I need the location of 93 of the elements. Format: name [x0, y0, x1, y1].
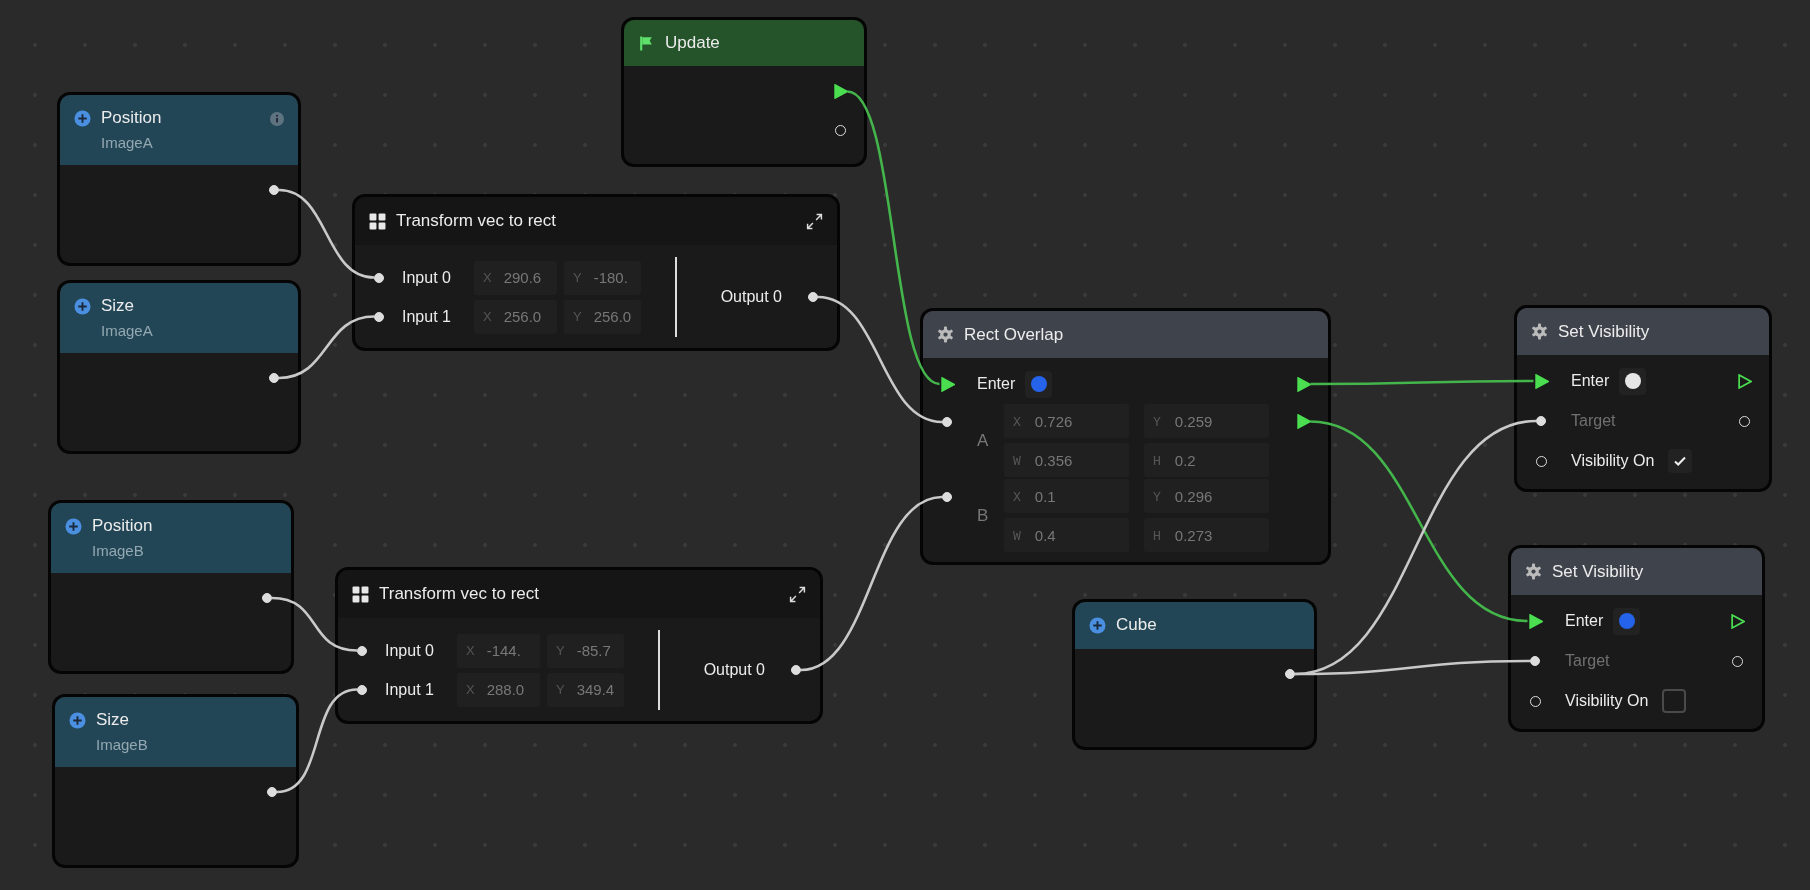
node-title: Position	[92, 516, 154, 536]
data-port[interactable]	[942, 417, 952, 427]
node-title: Rect Overlap	[964, 324, 1065, 345]
port-label: Input 1	[385, 680, 435, 699]
port-label: Target	[1571, 412, 1616, 430]
port-label: Input 0	[402, 268, 452, 287]
data-port[interactable]	[267, 787, 277, 797]
grid-icon	[369, 212, 386, 230]
plus-circle-icon	[65, 518, 82, 535]
node-card[interactable]: Cube	[1072, 599, 1317, 750]
field-value: 0.259	[1174, 412, 1213, 430]
node-card[interactable]: Position ImageB	[48, 500, 294, 674]
node-title: Size	[101, 296, 136, 316]
field-value: -85.7	[576, 642, 611, 659]
data-port[interactable]	[269, 185, 279, 195]
node-subtitle: ImageB	[92, 542, 145, 559]
data-port[interactable]	[262, 593, 272, 603]
port-label: Output 0	[720, 288, 782, 306]
node-subtitle: ImageB	[96, 736, 149, 753]
color-swatch[interactable]	[1613, 607, 1641, 635]
plus-circle-icon	[69, 712, 86, 729]
node-card[interactable]: Size ImageA	[57, 280, 301, 454]
data-port[interactable]	[808, 292, 818, 302]
flag-icon	[638, 34, 655, 52]
port-label: Target	[1565, 652, 1610, 670]
exec-port[interactable]	[1729, 613, 1745, 629]
exec-port[interactable]	[1527, 613, 1543, 629]
port-label: Visibility On	[1571, 452, 1655, 470]
exec-port[interactable]	[1295, 376, 1311, 392]
exec-port[interactable]	[1533, 373, 1549, 389]
info-icon[interactable]	[270, 112, 284, 126]
port-label: Visibility On	[1565, 692, 1649, 710]
port-label: Enter	[977, 375, 1016, 393]
data-port[interactable]	[791, 665, 801, 675]
data-port[interactable]	[374, 311, 384, 322]
node-title: Transform vec to rect	[379, 584, 540, 604]
field-value: 349.4	[576, 681, 615, 698]
field-value: 256.0	[593, 308, 632, 325]
field-value: -180.	[593, 269, 628, 286]
data-port[interactable]	[269, 373, 279, 383]
gear-icon	[937, 326, 954, 343]
field-value: 0.4	[1034, 526, 1056, 544]
node-subtitle: ImageA	[101, 322, 154, 339]
node-title: Set Visibility	[1552, 561, 1645, 582]
field-value: 290.6	[503, 269, 542, 286]
field-value: 0.296	[1174, 487, 1213, 505]
node-title: Set Visibility	[1558, 321, 1651, 342]
checkmark-icon	[1673, 454, 1688, 468]
expand-icon[interactable]	[806, 212, 823, 230]
data-port[interactable]	[374, 272, 384, 283]
gear-icon	[1525, 563, 1542, 580]
port-label: Enter	[1571, 372, 1610, 390]
expand-icon[interactable]	[789, 585, 806, 603]
grid-icon	[352, 585, 369, 603]
field-value: 0.726	[1034, 412, 1073, 430]
exec-port[interactable]	[939, 376, 955, 392]
port-label: Input 0	[385, 641, 435, 660]
data-port[interactable]	[1285, 669, 1295, 679]
exec-port[interactable]	[832, 84, 848, 99]
field-value: 0.2	[1174, 451, 1196, 469]
field-value: 256.0	[503, 308, 542, 325]
port-label: Output 0	[703, 661, 765, 679]
node-title: Size	[96, 710, 131, 730]
checkbox[interactable]	[1668, 449, 1693, 473]
port-label: Enter	[1565, 612, 1604, 630]
color-swatch[interactable]	[1025, 370, 1053, 398]
exec-port[interactable]	[1295, 414, 1311, 429]
field-value: -144.	[486, 642, 521, 659]
exec-port[interactable]	[1736, 373, 1752, 389]
data-port[interactable]	[357, 684, 367, 695]
field-value: 288.0	[486, 681, 525, 698]
gear-icon	[1531, 323, 1548, 340]
plus-circle-icon	[74, 110, 91, 127]
port-label: A	[977, 430, 990, 451]
node-title: Position	[101, 108, 163, 128]
checkbox[interactable]	[1662, 689, 1687, 713]
node-card[interactable]: Update	[621, 17, 867, 167]
node-title: Update	[665, 33, 721, 53]
field-value: 0.1	[1034, 487, 1056, 505]
color-swatch[interactable]	[1619, 367, 1647, 395]
node-card[interactable]: Size ImageB	[52, 694, 299, 868]
node-card[interactable]: Position ImageA	[57, 92, 301, 266]
port-label: B	[977, 505, 990, 526]
plus-circle-icon	[1089, 617, 1106, 634]
node-title: Transform vec to rect	[396, 211, 557, 231]
port-label: Input 1	[402, 307, 452, 326]
data-port[interactable]	[942, 492, 952, 502]
plus-circle-icon	[74, 298, 91, 315]
node-title: Cube	[1116, 615, 1158, 635]
node-subtitle: ImageA	[101, 134, 154, 151]
data-port[interactable]	[357, 645, 367, 656]
field-value: 0.356	[1034, 451, 1073, 469]
field-value: 0.273	[1174, 526, 1213, 544]
